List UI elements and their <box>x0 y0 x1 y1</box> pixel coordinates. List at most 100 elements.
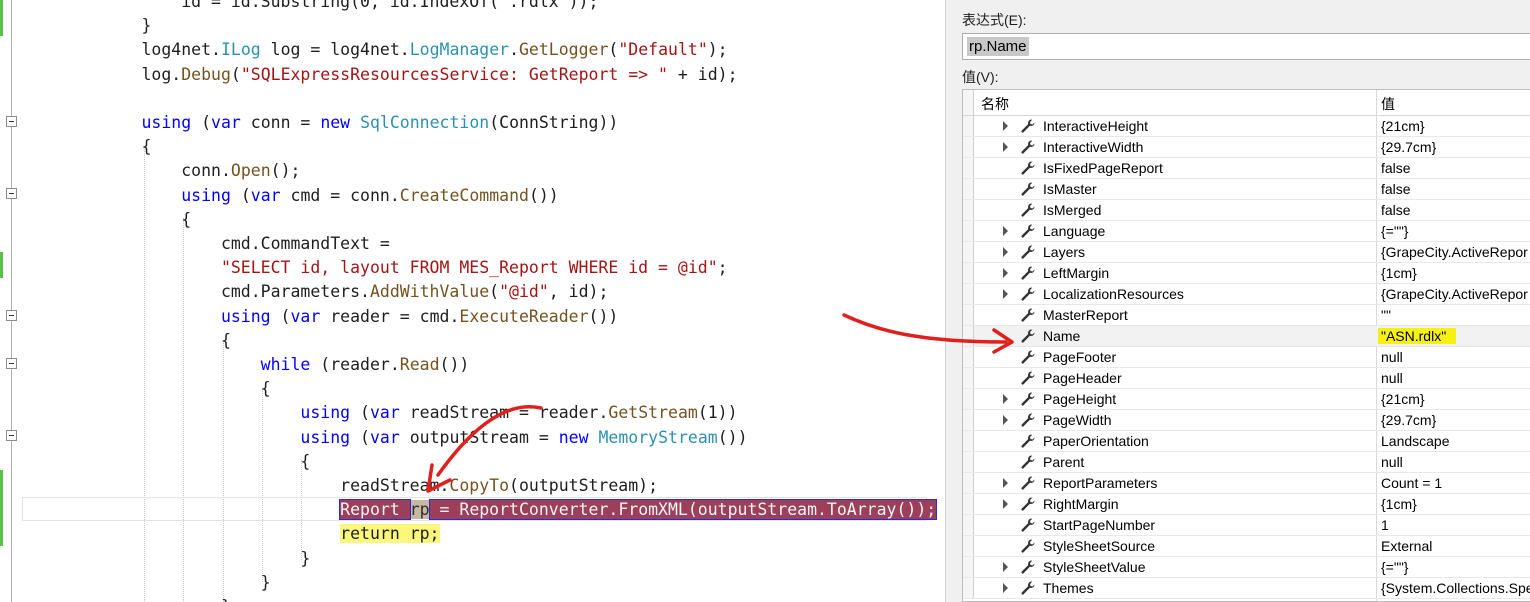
expand-arrow-icon[interactable] <box>1003 394 1008 404</box>
expand-arrow-icon[interactable] <box>1003 499 1008 509</box>
collapse-toggle[interactable] <box>6 188 17 199</box>
property-row[interactable]: Themes {System.Collections.Spe <box>963 578 1530 599</box>
code-token: } <box>62 572 271 592</box>
code-line[interactable]: return rp; <box>62 522 440 546</box>
code-line[interactable]: { <box>62 208 191 232</box>
code-line[interactable]: using (var outputStream = new MemoryStre… <box>62 426 747 450</box>
property-row[interactable]: LeftMargin {1cm} <box>963 263 1530 284</box>
property-row[interactable]: LocalizationResources {GrapeCity.ActiveRe… <box>963 284 1530 305</box>
code-editor[interactable]: id = id.Substring(0, id.IndexOf(".rdlx")… <box>0 0 945 602</box>
property-name: PageHeader <box>1043 370 1122 386</box>
code-line[interactable]: using (var cmd = conn.CreateCommand()) <box>62 184 559 208</box>
value-grid[interactable]: 名称 值 InteractiveHeight {21cm} InteractiveW… <box>962 89 1530 602</box>
code-token: using <box>62 403 351 423</box>
expand-arrow-icon[interactable] <box>1003 415 1008 425</box>
code-token: CopyTo <box>449 476 510 495</box>
code-line[interactable]: readStream.CopyTo(outputStream); <box>62 474 658 498</box>
property-name: PageWidth <box>1043 412 1112 428</box>
property-row[interactable]: PageWidth {29.7cm} <box>963 410 1530 431</box>
code-line[interactable]: id = id.Substring(0, id.IndexOf(".rdlx")… <box>62 0 598 14</box>
property-row[interactable]: StyleSheetValue {=""} <box>963 557 1530 578</box>
code-line[interactable]: log4net.ILog log = log4net.LogManager.Ge… <box>62 38 727 62</box>
row-lead <box>963 137 974 157</box>
wrench-icon <box>1020 223 1036 239</box>
collapse-toggle[interactable] <box>6 430 17 441</box>
property-row[interactable]: PageHeight {21cm} <box>963 389 1530 410</box>
code-line[interactable]: cmd.Parameters.AddWithValue("@id", id); <box>62 280 608 304</box>
property-row[interactable]: PageHeader null <box>963 368 1530 389</box>
property-row[interactable]: StyleSheetSource External <box>963 536 1530 557</box>
code-line[interactable]: { <box>62 377 271 401</box>
code-line[interactable]: { <box>62 329 231 353</box>
code-token: ExecuteReader <box>459 306 589 326</box>
code-token: var <box>290 306 321 326</box>
property-row[interactable]: Parent null <box>963 452 1530 473</box>
code-line[interactable]: log.Debug("SQLExpressResourcesService: G… <box>62 63 737 87</box>
wrench-icon <box>1020 538 1036 554</box>
code-token: ( <box>270 306 291 326</box>
code-line[interactable]: } <box>62 547 310 571</box>
property-row[interactable]: Layers {GrapeCity.ActiveRepor <box>963 242 1530 263</box>
code-line[interactable]: while (reader.Read()) <box>62 353 470 377</box>
property-value-text: false <box>1381 202 1411 218</box>
row-lead <box>963 179 974 199</box>
expand-arrow-icon[interactable] <box>1003 268 1008 278</box>
property-row[interactable]: IsMerged false <box>963 200 1530 221</box>
code-line[interactable]: cmd.CommandText = <box>62 232 390 256</box>
code-token: { <box>62 137 152 157</box>
code-line[interactable]: { <box>62 450 310 474</box>
code-token: ( <box>230 64 241 84</box>
code-line[interactable]: using (var conn = new SqlConnection(Conn… <box>62 111 618 135</box>
property-row[interactable]: InteractiveHeight {21cm} <box>963 116 1530 137</box>
code-line[interactable]: using (var reader = cmd.ExecuteReader()) <box>62 305 618 329</box>
property-row[interactable]: StartPageNumber 1 <box>963 515 1530 536</box>
property-row[interactable]: RightMargin {1cm} <box>963 494 1530 515</box>
expand-arrow-icon[interactable] <box>1003 121 1008 131</box>
property-row[interactable]: InteractiveWidth {29.7cm} <box>963 137 1530 158</box>
property-row[interactable]: Language {=""} <box>963 221 1530 242</box>
expand-arrow-icon[interactable] <box>1003 478 1008 488</box>
property-row[interactable]: MasterReport "" <box>963 305 1530 326</box>
expand-arrow-icon[interactable] <box>1003 142 1008 152</box>
code-token: var <box>369 427 400 447</box>
collapse-toggle[interactable] <box>6 358 17 369</box>
expand-arrow-icon[interactable] <box>1003 562 1008 572</box>
row-lead <box>963 557 974 577</box>
code-line[interactable]: conn.Open(); <box>62 159 300 183</box>
column-header-value[interactable]: 值 <box>1381 94 1395 114</box>
collapse-toggle[interactable] <box>6 310 17 321</box>
code-line[interactable]: } <box>62 595 231 602</box>
property-row[interactable]: PaperOrientation Landscape <box>963 431 1530 452</box>
change-indicator <box>0 0 3 36</box>
property-row[interactable]: PageFooter null <box>963 347 1530 368</box>
expression-input[interactable]: rp.Name <box>962 33 1530 60</box>
property-row[interactable]: Name "ASN.rdlx" <box>963 326 1530 347</box>
expand-arrow-icon[interactable] <box>1003 247 1008 257</box>
code-line[interactable]: using (var readStream = reader.GetStream… <box>62 401 737 425</box>
column-header-name[interactable]: 名称 <box>981 94 1009 114</box>
property-name: IsFixedPageReport <box>1043 160 1163 176</box>
code-line[interactable]: Report rp = ReportConverter.FromXML(outp… <box>62 498 938 522</box>
code-line[interactable]: } <box>62 14 151 38</box>
code-line[interactable]: "SELECT id, layout FROM MES_Report WHERE… <box>62 256 728 280</box>
property-value: 1 <box>1381 517 1389 533</box>
code-token: MemoryStream <box>598 427 718 447</box>
code-token: LogManager <box>409 40 510 60</box>
code-line[interactable]: } <box>62 571 271 595</box>
row-lead <box>963 326 974 346</box>
expand-arrow-icon[interactable] <box>1003 226 1008 236</box>
collapse-toggle[interactable] <box>6 116 17 127</box>
property-row[interactable]: IsFixedPageReport false <box>963 158 1530 179</box>
code-token: Report <box>339 499 411 521</box>
code-token: Read <box>399 355 440 374</box>
property-row[interactable]: IsMaster false <box>963 179 1530 200</box>
code-token: CreateCommand <box>399 185 529 205</box>
expand-arrow-icon[interactable] <box>1003 583 1008 593</box>
property-row[interactable]: ReportParameters Count = 1 <box>963 473 1530 494</box>
code-token: ( <box>230 185 251 205</box>
code-token: reader = cmd. <box>320 306 460 326</box>
code-token: cmd.Parameters. <box>62 282 370 302</box>
expand-arrow-icon[interactable] <box>1003 289 1008 299</box>
code-line[interactable]: { <box>62 135 151 159</box>
